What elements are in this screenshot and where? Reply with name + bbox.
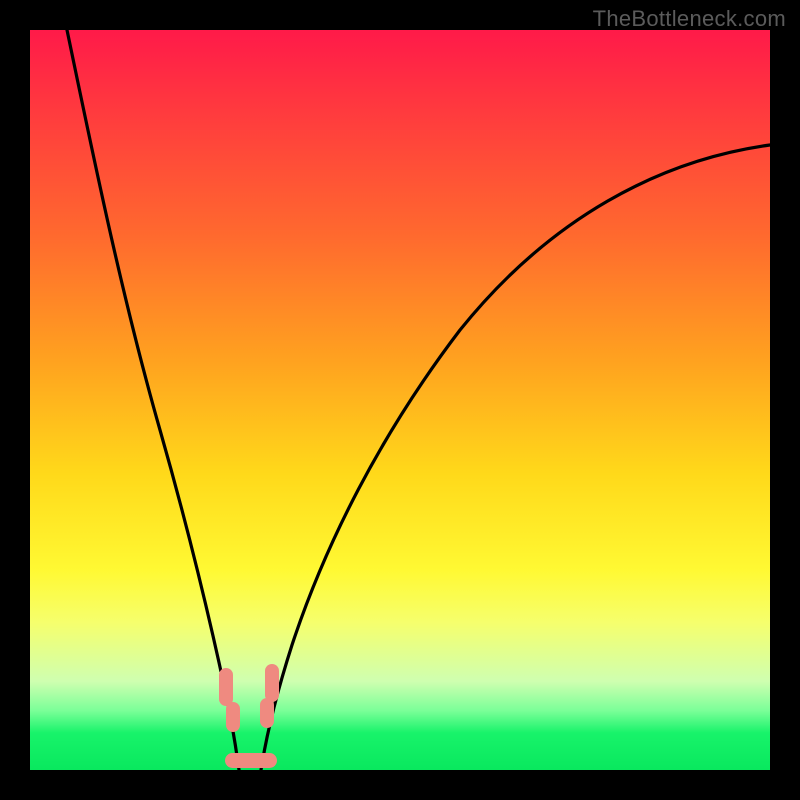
- outer-frame: TheBottleneck.com: [0, 0, 800, 800]
- watermark-text: TheBottleneck.com: [593, 6, 786, 32]
- right-curve: [261, 145, 770, 770]
- valley-marker-bottom: [225, 753, 277, 768]
- valley-marker-left: [219, 668, 233, 706]
- curve-overlay: [30, 30, 770, 770]
- valley-marker-left-lower: [226, 702, 240, 732]
- plot-area: [30, 30, 770, 770]
- valley-marker-right: [265, 664, 279, 702]
- left-curve: [67, 30, 239, 770]
- valley-marker-right-lower: [260, 698, 274, 728]
